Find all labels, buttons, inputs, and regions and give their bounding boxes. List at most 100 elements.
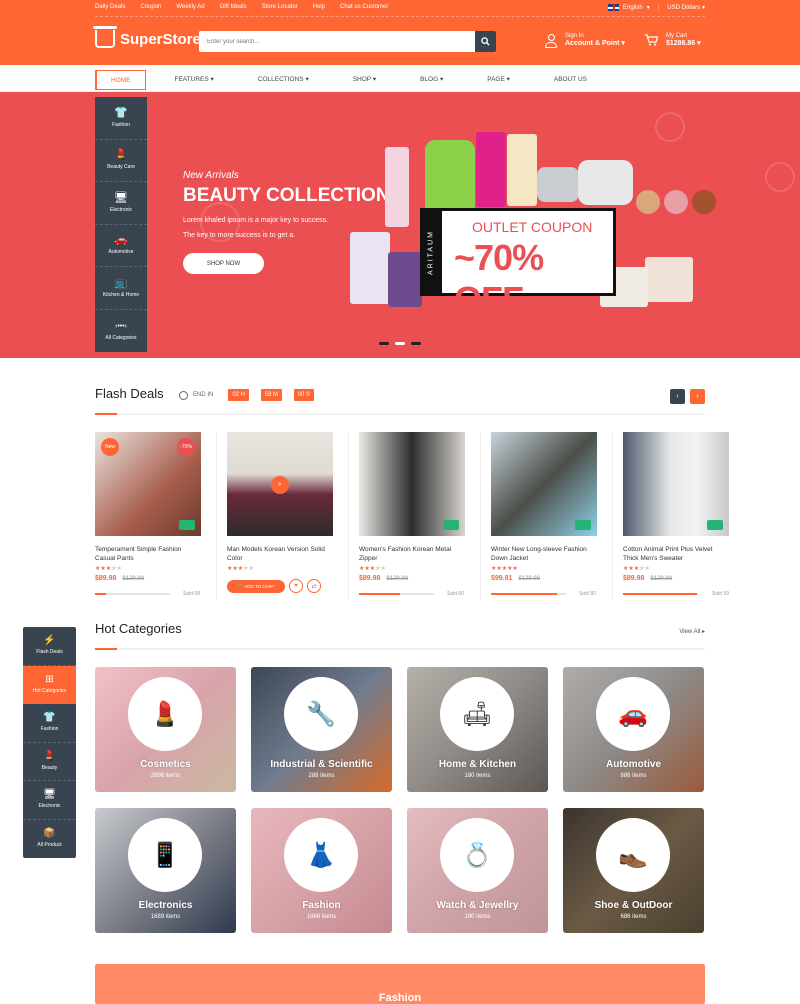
side-nav-flash-deals[interactable]: ⚡ Flash Deals — [23, 627, 76, 666]
account-point-label: Account & Point ▾ — [565, 40, 625, 47]
search-button[interactable] — [475, 31, 496, 52]
product-card[interactable]: Winter New Long-sleeve Fashion Down Jack… — [491, 432, 613, 600]
category-tile[interactable]: 📱 Electronics 1689 items — [95, 808, 236, 933]
currency-selector[interactable]: USD Dollars ▾ — [667, 4, 705, 11]
side-nav-electronic[interactable]: 🖥 Electronic — [23, 781, 76, 820]
top-link-store-locator[interactable]: Store Locator — [262, 4, 298, 10]
prev-arrow-button[interactable]: ‹ — [670, 389, 685, 404]
product-name[interactable]: Winter New Long-sleeve Fashion Down Jack… — [491, 545, 596, 563]
category-name: Shoe & OutDoor — [594, 900, 673, 911]
product-image[interactable] — [359, 432, 465, 536]
category-kitchen-home[interactable]: 📺 Kitchen & Home — [95, 267, 147, 310]
nav-page[interactable]: PAGE ▾ — [472, 70, 525, 90]
product-card[interactable]: Women's Fashion Korean Metal Zipper ★★★★… — [359, 432, 481, 600]
wishlist-heart-icon[interactable]: ♥ — [289, 579, 303, 593]
search-input[interactable] — [199, 31, 475, 52]
category-name: Electronics — [138, 900, 193, 911]
side-nav-all-product[interactable]: 📦 All Product — [23, 820, 76, 859]
product-card[interactable]: Cotton Animal Print Plus Velvet Thick Me… — [623, 432, 745, 600]
product-name[interactable]: Women's Fashion Korean Metal Zipper — [359, 545, 464, 563]
add-to-cart-button[interactable]: 🛒 ADD TO CART — [227, 579, 285, 593]
free-shipping-icon — [443, 520, 459, 530]
category-name: Industrial & Scientific — [270, 759, 373, 770]
category-name: Watch & Jewellry — [436, 900, 519, 911]
product-image[interactable] — [491, 432, 597, 536]
category-tile[interactable]: 👗 Fashion 1868 items — [251, 808, 392, 933]
section-title: Hot Categories — [95, 621, 182, 636]
top-link-gift-ideals[interactable]: Gift Ideals — [220, 4, 247, 10]
product-name[interactable]: Cotton Animal Print Plus Velvet Thick Me… — [623, 545, 729, 563]
cart-menu[interactable]: My Cart $1286.86 ▾ — [645, 32, 701, 48]
computer-icon: 🖥 — [43, 789, 56, 801]
category-beauty-care[interactable]: 💄 Beauty Care — [95, 140, 147, 182]
category-tile[interactable]: 🔧 Industrial & Scientific 288 items — [251, 667, 392, 792]
top-links: Daily Deals Coupon Weekly Ad Gift Ideals… — [95, 4, 403, 10]
product-image[interactable]: New -70% — [95, 432, 201, 536]
product-card[interactable]: ⌕ Man Models Korean Version Solid Color … — [227, 432, 349, 600]
product-name[interactable]: Man Models Korean Version Solid Color — [227, 545, 332, 563]
beauty-icon: 💄 — [114, 149, 128, 162]
category-count: 288 items — [308, 773, 335, 779]
category-label: All Categories — [105, 334, 137, 341]
product-shadow-1 — [636, 190, 660, 214]
decor-circle — [765, 162, 795, 192]
category-tile[interactable]: 🛋 Home & Kitchen 180 items — [407, 667, 548, 792]
product-name[interactable]: Temperament Simple Fashion Casual Pants — [95, 545, 200, 563]
top-link-help[interactable]: Help — [313, 4, 325, 10]
sitemap-icon: ⊞ — [45, 674, 54, 686]
account-menu[interactable]: Sign In Account & Point ▾ — [545, 32, 625, 48]
category-tile[interactable]: 💍 Watch & Jewellry 180 items — [407, 808, 548, 933]
new-badge: New — [101, 438, 119, 456]
old-price: $129.98 — [386, 576, 409, 582]
rating-stars: ★★★★★ — [227, 566, 254, 572]
slider-dot[interactable] — [379, 342, 389, 345]
product-image[interactable] — [623, 432, 729, 536]
side-nav-beauty[interactable]: 💄 Beauty — [23, 743, 76, 781]
quick-view-icon[interactable]: ⌕ — [271, 476, 289, 494]
hero-slider: 👕 Fashion 💄 Beauty Care 🖥 Electronic 🚗 Autom… — [0, 92, 800, 358]
category-automotive[interactable]: 🚗 Automotive — [95, 225, 147, 267]
colon: : — [287, 392, 289, 398]
rating-stars: ★★★★★ — [359, 566, 386, 572]
tshirt-icon: 👕 — [43, 712, 56, 724]
category-label: Electronic — [110, 206, 132, 213]
top-link-chat[interactable]: Chat us Customer — [340, 4, 388, 10]
category-all[interactable]: ‹•••› All Categories — [95, 310, 147, 353]
separator: | — [657, 4, 660, 11]
side-nav-hot-categories[interactable]: ⊞ Hot Categories — [23, 665, 76, 704]
nav-home[interactable]: HOME — [95, 70, 146, 90]
shop-now-button[interactable]: SHOP NOW — [183, 253, 264, 274]
top-link-weekly-ad[interactable]: Weekly Ad — [176, 4, 204, 10]
nav-about-us[interactable]: ABOUT US — [539, 70, 602, 90]
category-electronic[interactable]: 🖥 Electronic — [95, 182, 147, 225]
next-arrow-button[interactable]: › — [690, 389, 705, 404]
nav-features[interactable]: FEATURES ▾ — [160, 70, 229, 90]
compare-icon[interactable]: ⇄ — [307, 579, 321, 593]
slider-dot[interactable] — [411, 342, 421, 345]
logo[interactable]: SuperStore — [93, 26, 201, 48]
countdown-seconds: 00 S — [293, 389, 315, 401]
product-card[interactable]: New -70% Temperament Simple Fashion Casu… — [95, 432, 217, 600]
fashion-banner[interactable]: Fashion — [95, 964, 705, 1004]
top-link-daily-deals[interactable]: Daily Deals — [95, 4, 125, 10]
category-name: Cosmetics — [140, 759, 191, 770]
nav-collections[interactable]: COLLECTIONS ▾ — [243, 70, 324, 90]
nav-shop[interactable]: SHOP ▾ — [338, 70, 391, 90]
category-tile[interactable]: 🚗 Automotive 686 items — [563, 667, 704, 792]
product-shadow-2 — [664, 190, 688, 214]
category-tile[interactable]: 👞 Shoe & OutDoor 686 items — [563, 808, 704, 933]
view-all-link[interactable]: View All ▸ — [679, 628, 705, 635]
product-cushion — [578, 160, 633, 205]
nav-blog[interactable]: BLOG ▾ — [405, 70, 458, 90]
top-link-coupon[interactable]: Coupon — [140, 4, 161, 10]
slider-dot-active[interactable] — [395, 342, 405, 345]
sold-progress — [623, 593, 698, 595]
brand-name: SuperStore — [120, 30, 201, 48]
category-fashion[interactable]: 👕 Fashion — [95, 97, 147, 140]
clock-icon — [179, 390, 188, 400]
side-nav-fashion[interactable]: 👕 Fashion — [23, 704, 76, 743]
currency-label: USD Dollars — [667, 5, 701, 11]
language-selector[interactable]: English ▾ — [608, 4, 650, 11]
category-tile[interactable]: 💄 Cosmetics 2896 items — [95, 667, 236, 792]
product-image[interactable]: ⌕ — [227, 432, 333, 536]
